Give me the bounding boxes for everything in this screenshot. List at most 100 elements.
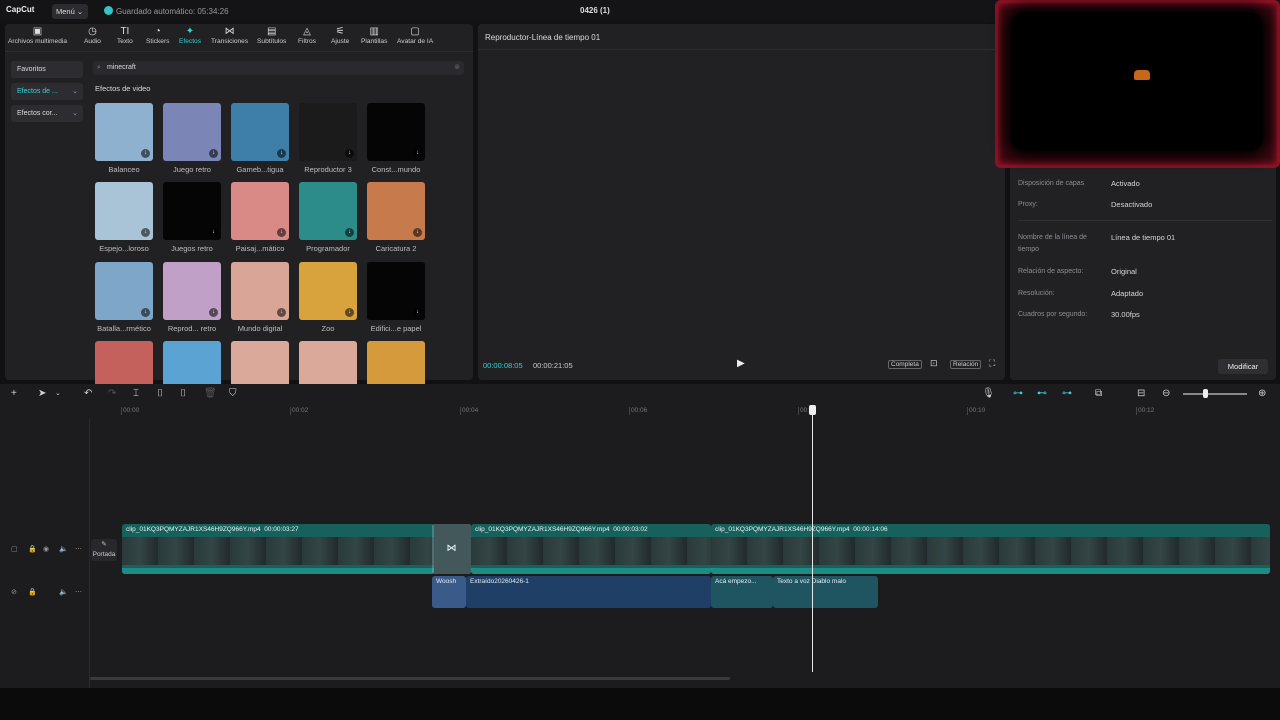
effect-thumbnail[interactable]: ↓: [299, 103, 357, 161]
effect-thumbnail[interactable]: ↓: [367, 182, 425, 240]
video-clip[interactable]: clip_01KQ3PQMYZAJR1XS46H9ZQ966Y.mp4 00:0…: [471, 524, 711, 574]
download-icon[interactable]: ↓: [209, 228, 218, 237]
transitions-icon: ⋈: [224, 26, 235, 37]
zoom-slider-handle[interactable]: [1203, 389, 1208, 398]
download-icon[interactable]: ↓: [413, 149, 422, 158]
download-icon[interactable]: ↓: [345, 228, 354, 237]
more-icon[interactable]: ⋯: [75, 545, 82, 553]
play-icon[interactable]: ▶: [737, 358, 745, 369]
trim-right-icon[interactable]: ⌷: [180, 388, 186, 400]
delete-icon[interactable]: 🗑: [204, 388, 217, 400]
effect-thumbnail[interactable]: ↓: [163, 262, 221, 320]
lock-icon[interactable]: 🔒: [28, 545, 37, 553]
download-icon[interactable]: ↓: [277, 149, 286, 158]
download-icon[interactable]: ↓: [345, 149, 354, 158]
audio-clip[interactable]: Woosh: [432, 576, 466, 608]
video-clip[interactable]: clip_01KQ3PQMYZAJR1XS46H9ZQ966Y.mp4 00:0…: [711, 524, 1270, 574]
magnet-icon[interactable]: ⊶: [1013, 388, 1023, 400]
full-quality-button[interactable]: Completa: [888, 360, 922, 369]
undo-icon[interactable]: ↶: [84, 388, 92, 400]
add-icon[interactable]: +: [11, 388, 17, 400]
autosave-status: Guardado automático: 05:34:26: [104, 6, 229, 16]
effect-thumbnail[interactable]: ↓: [231, 262, 289, 320]
effect-thumbnail[interactable]: ↓: [95, 182, 153, 240]
transition-marker[interactable]: ⋈: [432, 524, 471, 574]
search-icon: ⌕: [97, 64, 101, 71]
effect-thumbnail[interactable]: ↓: [367, 103, 425, 161]
tool-effects[interactable]: ✦ Efectos: [179, 26, 201, 45]
zoom-slider[interactable]: [1183, 393, 1247, 395]
download-icon[interactable]: ↓: [141, 228, 150, 237]
tool-ai-avatar[interactable]: ▢ Avatar de IA: [397, 26, 433, 45]
link-icon[interactable]: ⊷: [1037, 388, 1047, 400]
effect-thumbnail[interactable]: ↓: [163, 182, 221, 240]
tool-filters[interactable]: ◬ Filtros: [298, 26, 316, 45]
effect-thumbnail[interactable]: ↓: [95, 103, 153, 161]
effect-thumbnail[interactable]: ↓: [299, 262, 357, 320]
modify-button[interactable]: Modificar: [1218, 359, 1268, 374]
audio-clip[interactable]: Acá empezo...: [711, 576, 773, 608]
tool-label: Filtros: [298, 38, 316, 45]
volume-icon[interactable]: 🔈: [59, 545, 68, 553]
category-video-effects[interactable]: Efectos de ... ⌄: [11, 83, 83, 100]
tool-templates[interactable]: ▥ Plantillas: [361, 26, 387, 45]
audio-clip[interactable]: Texto a voz Diablo malo: [773, 576, 878, 608]
video-clip[interactable]: clip_01KQ3PQMYZAJR1XS46H9ZQ966Y.mp4 00:0…: [122, 524, 434, 574]
effect-thumbnail[interactable]: ↓: [163, 103, 221, 161]
download-icon[interactable]: ↓: [413, 308, 422, 317]
tool-adjust[interactable]: ⚟ Ajuste: [331, 26, 349, 45]
redo-icon[interactable]: ↷: [108, 388, 116, 400]
preview-axis-icon[interactable]: ⧉: [1095, 388, 1102, 400]
tool-stickers[interactable]: ◔ Stickers: [146, 26, 169, 45]
time-ruler[interactable]: 00:00 00:02 00:04 00:06 00:08 00:10 00:1…: [90, 404, 1280, 418]
tool-subtitles[interactable]: ▤ Subtítulos: [257, 26, 286, 45]
shield-icon[interactable]: ⛉: [229, 388, 237, 400]
screenshot-icon[interactable]: ⊡: [930, 358, 938, 369]
effect-thumbnail[interactable]: ↓: [231, 103, 289, 161]
horizontal-scrollbar[interactable]: [90, 677, 730, 680]
effect-thumbnail[interactable]: ↓: [231, 182, 289, 240]
search-input[interactable]: ⌕ minecraft ⊗: [93, 61, 464, 75]
tool-text[interactable]: TI Texto: [117, 26, 133, 45]
audio-clip-name: Acá empezo...: [715, 578, 757, 585]
download-icon[interactable]: ↓: [277, 228, 286, 237]
volume-icon[interactable]: 🔈: [59, 588, 68, 596]
download-icon[interactable]: ↓: [345, 308, 354, 317]
trim-left-icon[interactable]: ⌷: [157, 388, 163, 400]
caption-icon[interactable]: ⊟: [1137, 388, 1145, 400]
menu-button[interactable]: Menú ⌄: [52, 4, 88, 19]
audio-clip[interactable]: Extraído20260426-1: [466, 576, 711, 608]
ratio-button[interactable]: Relación: [950, 360, 982, 369]
tool-media[interactable]: ▣ Archivos multimedia: [8, 26, 67, 45]
select-tool-icon[interactable]: ➤: [38, 388, 46, 400]
download-icon[interactable]: ↓: [209, 308, 218, 317]
tool-audio[interactable]: ◷ Audio: [84, 26, 101, 45]
prop-value-layers[interactable]: Activado: [1111, 179, 1140, 188]
zoom-out-icon[interactable]: ⊖: [1162, 388, 1170, 400]
microphone-icon[interactable]: 🎙: [982, 388, 995, 400]
category-body-effects[interactable]: Efectos cor... ⌄: [11, 105, 83, 122]
tool-transitions[interactable]: ⋈ Transiciones: [211, 26, 248, 45]
eye-icon[interactable]: ◉: [43, 545, 49, 553]
download-icon[interactable]: ↓: [277, 308, 286, 317]
split-icon[interactable]: ⌶: [133, 388, 139, 400]
effect-thumbnail[interactable]: ↓: [299, 182, 357, 240]
zoom-in-icon[interactable]: ⊕: [1258, 388, 1266, 400]
fullscreen-icon[interactable]: ⛶: [989, 358, 995, 369]
more-icon[interactable]: ⋯: [75, 588, 82, 596]
effect-thumbnail[interactable]: ↓: [95, 262, 153, 320]
effect-thumbnail[interactable]: ↓: [367, 262, 425, 320]
chevron-down-icon[interactable]: ⌄: [55, 388, 61, 400]
category-favorites[interactable]: Favoritos: [11, 61, 83, 78]
download-icon[interactable]: ↓: [413, 228, 422, 237]
download-icon[interactable]: ↓: [141, 308, 150, 317]
clear-icon[interactable]: ⊗: [454, 61, 460, 75]
prop-value-proxy[interactable]: Desactivado: [1111, 200, 1152, 209]
download-icon[interactable]: ↓: [209, 149, 218, 158]
lock-icon[interactable]: 🔒: [28, 588, 37, 596]
download-icon[interactable]: ↓: [141, 149, 150, 158]
playhead[interactable]: [812, 406, 813, 672]
playhead-handle[interactable]: [809, 405, 816, 415]
cover-button[interactable]: ✎ Portada: [91, 539, 117, 561]
snap-icon[interactable]: ⊶: [1062, 388, 1072, 400]
